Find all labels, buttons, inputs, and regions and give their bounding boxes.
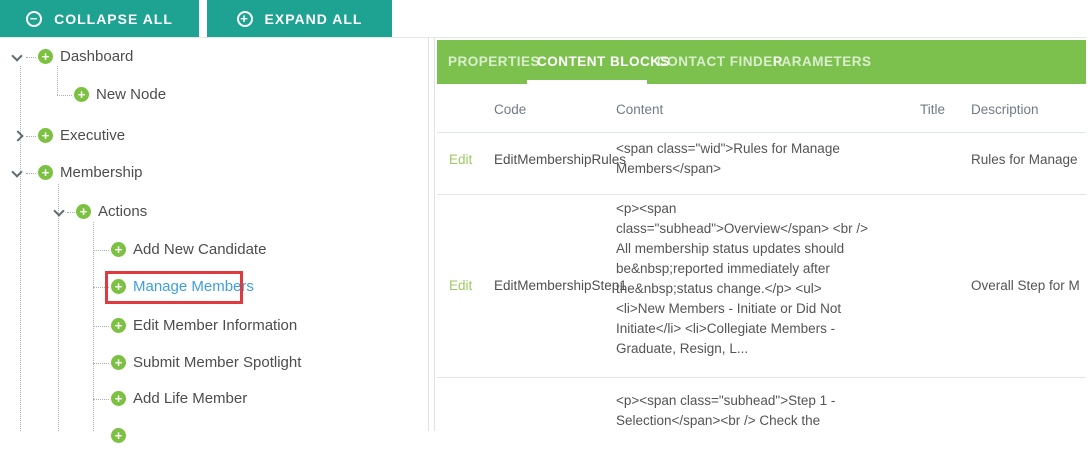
plus-node-icon[interactable]: [111, 242, 126, 257]
description-cell: Rules for Manage: [971, 152, 1086, 167]
chevron-down-icon[interactable]: [11, 50, 22, 61]
tree-item-label[interactable]: Executive: [60, 127, 125, 144]
tree-item-submit-member-spotlight: Submit Member Spotlight: [0, 351, 428, 375]
tree-item-new-node: New Node: [0, 83, 428, 107]
plus-circle-icon: [237, 11, 253, 27]
tab-properties[interactable]: PROPERTIES: [448, 54, 540, 69]
description-cell: Overall Step for M: [971, 278, 1086, 293]
collapse-all-label: COLLAPSE ALL: [54, 11, 173, 27]
column-header-title: Title: [920, 102, 945, 117]
plus-node-icon[interactable]: [38, 128, 53, 143]
tree-item-actions: Actions: [0, 200, 428, 224]
row-divider: [437, 377, 1086, 378]
collapse-all-button[interactable]: COLLAPSE ALL: [0, 0, 199, 37]
row-divider: [437, 132, 1086, 133]
tree-item-label[interactable]: Actions: [98, 203, 147, 220]
code-cell: EditMembershipStep1: [494, 278, 627, 293]
code-cell: EditMembershipRules: [494, 152, 626, 167]
content-cell: <span class="wid">Rules for Manage Membe…: [616, 139, 874, 179]
plus-node-icon[interactable]: [111, 279, 126, 294]
plus-node-icon[interactable]: [111, 391, 126, 406]
chevron-down-icon[interactable]: [53, 205, 64, 216]
tree-item-partial: [0, 428, 428, 452]
tree-item-label[interactable]: Edit Member Information: [133, 317, 297, 334]
plus-node-icon[interactable]: [111, 355, 126, 370]
chevron-down-icon[interactable]: [11, 166, 22, 177]
tree-item-manage-members: Manage Members: [0, 275, 428, 299]
plus-node-icon[interactable]: [111, 318, 126, 333]
page: { "colors": { "teal": "#1EA392", "tab_gr…: [0, 0, 1091, 431]
plus-node-icon[interactable]: [38, 49, 53, 64]
tree-item-executive: Executive: [0, 124, 428, 148]
tab-parameters[interactable]: PARAMETERS: [773, 54, 872, 69]
plus-node-icon[interactable]: [76, 204, 91, 219]
tree-item-label[interactable]: Submit Member Spotlight: [133, 354, 301, 371]
tree-item-label[interactable]: Membership: [60, 164, 143, 181]
tree-item-label[interactable]: New Node: [96, 86, 166, 103]
column-header-description: Description: [971, 102, 1039, 117]
chevron-right-icon[interactable]: [12, 130, 23, 141]
tree-panel-border: [428, 37, 429, 431]
plus-node-icon[interactable]: [74, 87, 89, 102]
minus-circle-icon: [26, 11, 42, 27]
tree-item-label[interactable]: Add Life Member: [133, 390, 247, 407]
tree-item-dashboard: Dashboard: [0, 45, 428, 69]
tree-item-add-life-member: Add Life Member: [0, 387, 428, 411]
expand-all-button[interactable]: EXPAND ALL: [207, 0, 392, 37]
edit-link[interactable]: Edit: [449, 152, 472, 167]
tree-item-edit-member-information: Edit Member Information: [0, 314, 428, 338]
edit-link[interactable]: Edit: [449, 278, 472, 293]
tab-content-blocks[interactable]: CONTENT BLOCKS: [537, 54, 670, 69]
content-cell: <p><span class="subhead">Step 1 - Select…: [616, 391, 874, 431]
tab-contact-finder[interactable]: CONTACT FINDER: [657, 54, 783, 69]
tree-item-label-selected[interactable]: Manage Members: [133, 278, 254, 295]
column-header-code: Code: [494, 102, 526, 117]
content-cell: <p><span class="subhead">Overview</span>…: [616, 199, 874, 359]
tree-item-add-new-candidate: Add New Candidate: [0, 238, 428, 262]
tree-item-label[interactable]: Dashboard: [60, 48, 133, 65]
plus-node-icon[interactable]: [111, 428, 126, 443]
panel-gutter-line: [434, 37, 435, 431]
top-divider: [0, 37, 1086, 38]
tree-item-membership: Membership: [0, 161, 428, 185]
plus-node-icon[interactable]: [38, 165, 53, 180]
tab-bar: PROPERTIES CONTENT BLOCKS CONTACT FINDER…: [437, 40, 1086, 84]
column-header-content: Content: [616, 102, 663, 117]
active-tab-underline: [527, 80, 647, 84]
row-divider: [437, 194, 1086, 195]
expand-all-label: EXPAND ALL: [265, 11, 363, 27]
tree-item-label[interactable]: Add New Candidate: [133, 241, 266, 258]
